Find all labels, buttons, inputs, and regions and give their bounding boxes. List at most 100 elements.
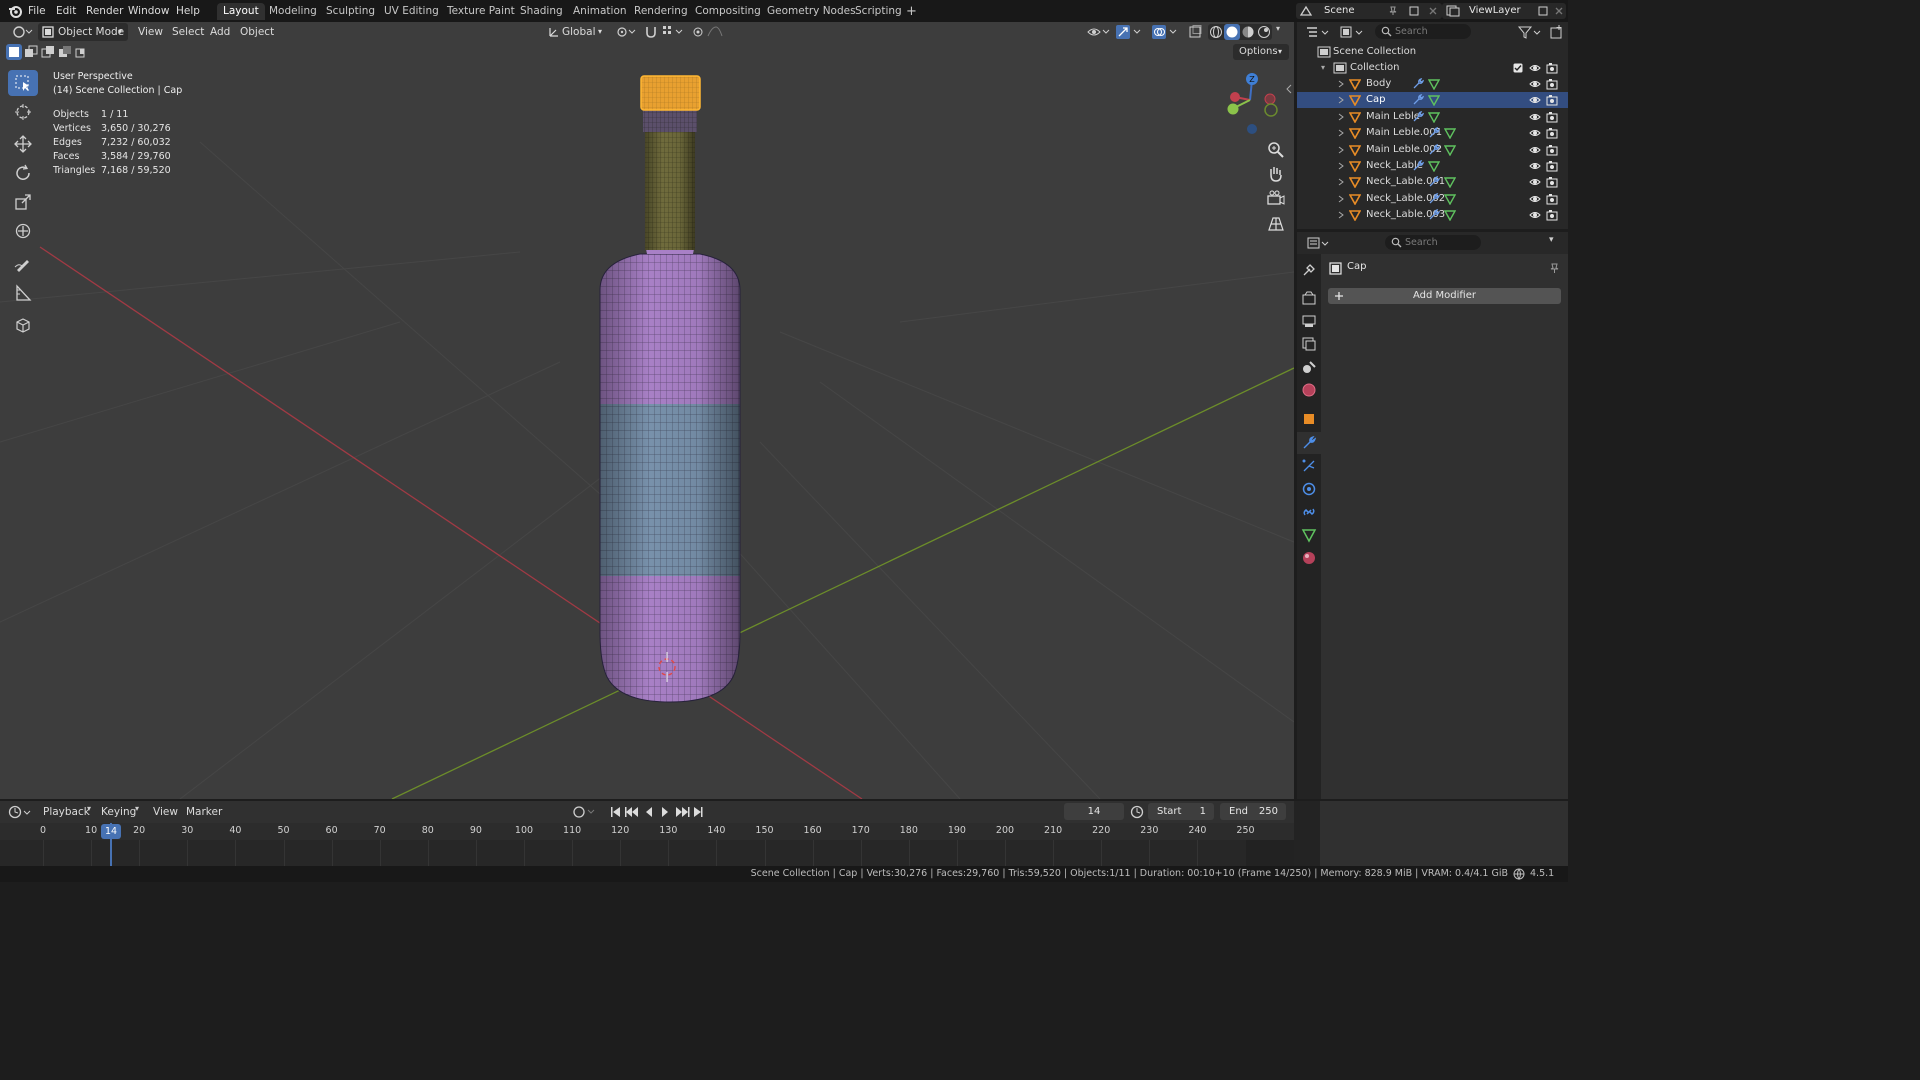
chevron-right-icon[interactable] (1337, 146, 1345, 154)
render-camera-icon[interactable] (1546, 176, 1558, 188)
render-camera-icon[interactable] (1546, 160, 1558, 172)
pivot-point-icon[interactable] (616, 25, 638, 39)
chevron-right-icon[interactable] (1337, 129, 1345, 137)
sidebar-toggle-icon[interactable] (1285, 84, 1293, 94)
outliner-row-collection[interactable]: ▾ Collection (1297, 60, 1568, 76)
tab-layout[interactable]: Layout (217, 3, 265, 20)
options-dropdown[interactable]: Options ▾ (1233, 44, 1289, 60)
eye-icon[interactable] (1529, 128, 1541, 138)
render-camera-icon[interactable] (1546, 78, 1558, 90)
zoom-icon[interactable] (1266, 140, 1286, 160)
chevron-right-icon[interactable] (1337, 80, 1345, 88)
mesh-data-icon[interactable] (1444, 176, 1456, 189)
viewport-menu-select[interactable]: Select (172, 23, 204, 41)
scene-selector[interactable]: Scene (1296, 3, 1442, 19)
render-camera-icon[interactable] (1546, 193, 1558, 205)
gizmo-toggle-icon[interactable] (1116, 25, 1144, 39)
select-intersect-icon[interactable] (74, 44, 90, 60)
overlays-icon[interactable] (1152, 25, 1180, 39)
camera-view-icon[interactable] (1266, 189, 1286, 209)
scale-tool[interactable] (8, 189, 38, 215)
pin-icon[interactable] (1388, 6, 1398, 16)
proportional-editing-icon[interactable] (692, 25, 724, 39)
eye-icon[interactable] (1529, 145, 1541, 155)
outliner-row-object[interactable]: Cap (1297, 92, 1568, 109)
mesh-data-icon[interactable] (1428, 160, 1440, 172)
wrench-icon[interactable] (1412, 78, 1424, 90)
add-cube-tool[interactable] (8, 312, 38, 338)
outliner-row-object[interactable]: Main Leble (1297, 109, 1568, 125)
snap-target-icon[interactable] (662, 25, 686, 39)
chevron-down-icon[interactable]: ▾ (1321, 60, 1325, 76)
eye-icon[interactable] (1529, 79, 1541, 89)
wrench-icon[interactable] (1428, 176, 1440, 188)
render-camera-icon[interactable] (1546, 144, 1558, 156)
eye-icon[interactable] (1529, 112, 1541, 122)
material-tab-icon[interactable] (1301, 550, 1317, 566)
transform-orientation-dropdown[interactable]: Global ▾ (546, 23, 608, 41)
add-modifier-button[interactable]: Add Modifier (1328, 288, 1561, 304)
annotate-tool[interactable] (8, 251, 38, 277)
tab-uv-editing[interactable]: UV Editing (378, 3, 445, 20)
mesh-data-icon[interactable] (1444, 193, 1456, 205)
chevron-down-icon[interactable]: ▾ (1276, 24, 1280, 33)
outliner-row-object[interactable]: Body (1297, 76, 1568, 92)
mesh-data-icon[interactable] (1428, 111, 1440, 123)
mesh-data-icon[interactable] (1428, 94, 1440, 107)
auto-keying-icon[interactable] (572, 805, 598, 819)
timeline-editor-icon[interactable] (8, 804, 34, 820)
scene-tab-icon[interactable] (1301, 359, 1317, 375)
selectability-icon[interactable] (1086, 25, 1112, 39)
outliner-search-input[interactable]: Search (1375, 24, 1471, 39)
properties-editor-icon[interactable] (1307, 235, 1331, 251)
tab-scripting[interactable]: Scripting (849, 3, 908, 20)
viewport-menu-view[interactable]: View (138, 23, 163, 41)
tab-compositing[interactable]: Compositing (689, 3, 767, 20)
tab-animation[interactable]: Animation (567, 3, 633, 20)
perspective-toggle-icon[interactable] (1266, 214, 1286, 234)
output-tab-icon[interactable] (1301, 313, 1317, 329)
tab-shading[interactable]: Shading (514, 3, 569, 20)
menu-help[interactable]: Help (176, 3, 200, 19)
outliner-row-object[interactable]: Main Leble.002 (1297, 142, 1568, 158)
preview-range-icon[interactable] (1130, 805, 1144, 819)
start-frame-field[interactable]: Start 1 (1148, 803, 1214, 820)
tab-geometry-nodes[interactable]: Geometry Nodes (761, 3, 862, 20)
wrench-icon[interactable] (1412, 110, 1424, 123)
eye-icon[interactable] (1529, 210, 1541, 220)
viewport-menu-object[interactable]: Object (240, 23, 274, 41)
tab-sculpting[interactable]: Sculpting (320, 3, 381, 20)
chevron-down-icon[interactable]: ▾ (1549, 235, 1554, 245)
playhead-frame[interactable]: 14 (101, 824, 121, 839)
select-new-button[interactable] (6, 44, 22, 60)
data-tab-icon[interactable] (1301, 527, 1317, 543)
timeline-menu-playback[interactable]: Playback (43, 803, 90, 821)
properties-search-input[interactable]: Search (1385, 235, 1481, 250)
new-scene-icon[interactable] (1408, 5, 1420, 17)
wrench-icon[interactable] (1428, 127, 1440, 139)
move-tool[interactable] (8, 131, 38, 157)
blender-logo-icon[interactable] (8, 4, 22, 18)
xray-icon[interactable] (1188, 25, 1202, 39)
chevron-right-icon[interactable] (1337, 195, 1345, 203)
pin-icon[interactable] (1549, 263, 1560, 274)
timeline-menu-view[interactable]: View (153, 803, 178, 821)
view-layer-tab-icon[interactable] (1301, 336, 1317, 352)
wrench-icon[interactable] (1428, 192, 1440, 205)
checkbox-icon[interactable] (1513, 63, 1523, 73)
physics-tab-icon[interactable] (1301, 481, 1317, 497)
playback-controls[interactable] (608, 805, 708, 819)
chevron-right-icon[interactable] (1337, 96, 1345, 104)
rotate-tool[interactable] (8, 160, 38, 186)
editor-type-icon[interactable] (12, 24, 33, 40)
pan-hand-icon[interactable] (1266, 164, 1286, 184)
new-view-layer-icon[interactable] (1537, 5, 1549, 17)
tool-tab-icon[interactable] (1301, 262, 1317, 278)
menu-edit[interactable]: Edit (56, 3, 76, 19)
measure-tool[interactable] (8, 280, 38, 306)
eye-icon[interactable] (1529, 63, 1541, 73)
rendered-shading-icon[interactable] (1257, 25, 1271, 39)
render-camera-icon[interactable] (1546, 62, 1558, 74)
navigation-gizmo[interactable]: Z (1222, 70, 1282, 136)
wrench-icon[interactable] (1428, 143, 1440, 156)
